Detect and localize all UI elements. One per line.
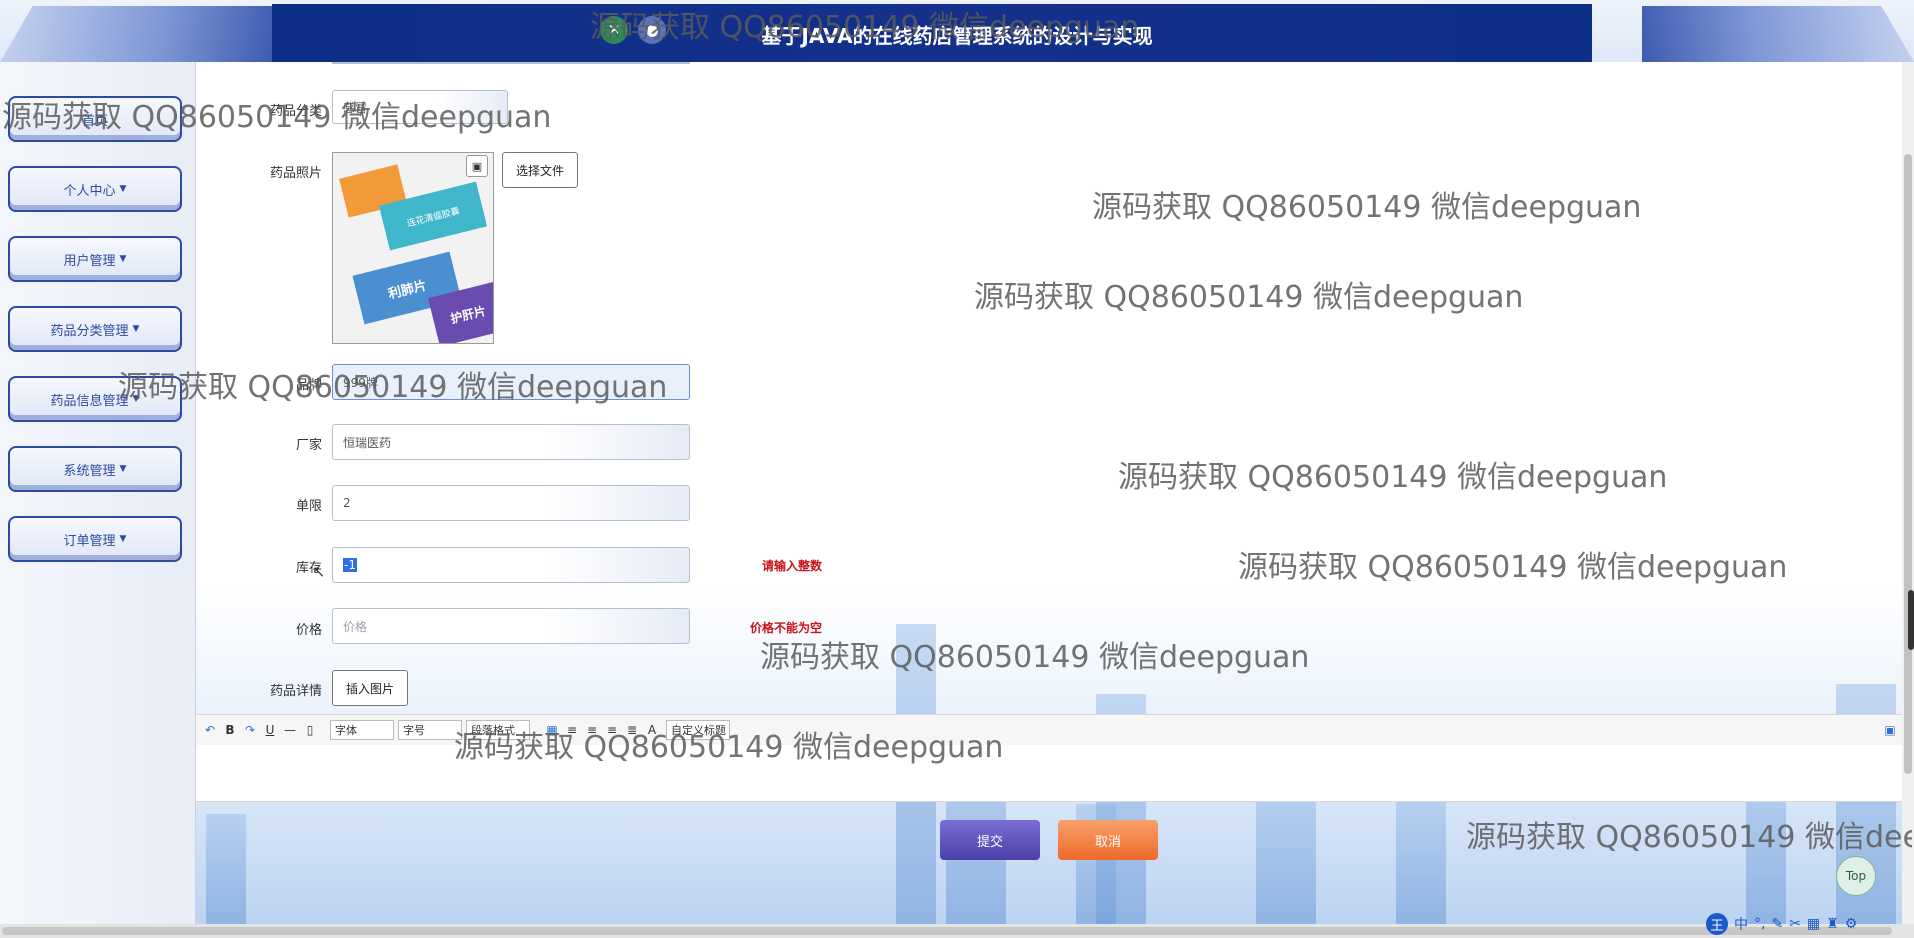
caret-down-icon: ▼ [132,324,140,334]
stock-input[interactable]: -1 [332,547,690,583]
limit-input[interactable]: 2 [332,485,690,521]
manufacturer-input[interactable]: 恒瑞医药 [332,424,690,460]
document-icon[interactable]: ▯ [302,721,318,739]
sidebar-item-personal-center[interactable]: 个人中心 ▼ [8,166,182,212]
undo-icon[interactable]: ↶ [202,721,218,739]
sidebar-item-label: 药品分类管理 [50,323,129,339]
insert-image-button[interactable]: 插入图片 [332,670,408,706]
sidebar-item-label: 用户管理 [63,253,116,269]
font-select[interactable]: 字体 [330,720,394,740]
ime-toolbar: 王 中 °, ✎ ✂ ▦ ♜ ⚙ [1706,912,1914,936]
editor-body[interactable] [196,745,1902,802]
submit-button[interactable]: 提交 [940,820,1040,860]
photo-label: 药品照片 [269,166,322,181]
price-input[interactable]: 价格 [332,608,690,644]
limit-label: 单限 [295,499,322,514]
scroll-marker [1908,590,1914,650]
bold-icon[interactable]: B [222,721,238,739]
watermark: 源码获取 QQ86050149 微信deepguan [590,10,1140,45]
sidebar-item-label: 个人中心 [63,183,116,199]
sidebar-item-label: 订单管理 [63,533,116,549]
vertical-scroll-thumb[interactable] [1904,154,1912,774]
sidebar-item-system-management[interactable]: 系统管理 ▼ [8,446,182,492]
sidebar-item-category-management[interactable]: 药品分类管理 ▼ [8,306,182,352]
horizontal-rule-icon[interactable]: — [282,721,298,739]
manufacturer-value: 恒瑞医药 [343,435,392,450]
price-placeholder: 价格 [343,619,368,634]
sidebar-item-order-management[interactable]: 订单管理 ▼ [8,516,182,562]
watermark: 源码获取 QQ86050149 微信deepguan [974,280,1524,315]
watermark: 源码获取 QQ86050149 微信deepguan [1118,460,1668,495]
settings-icon[interactable]: ⚙ [1845,916,1858,932]
editor-toolbar: ↶ B ↷ U — ▯ 字体 字号 段落格式 ▦ ≡ ≡ ≡ ≣ A 自定义标题… [196,714,1902,746]
font-size-select[interactable]: 字号 [398,720,462,740]
skin-icon[interactable]: ♜ [1826,916,1839,932]
cancel-button[interactable]: 取消 [1058,820,1158,860]
watermark: 源码获取 QQ86050149 微信deepguan [118,370,668,405]
limit-value: 2 [343,496,351,510]
ime-logo[interactable]: 王 [1706,913,1728,935]
watermark: 源码获取 QQ86050149 微信deepguan [1092,190,1642,225]
sidebar: 首页 个人中心 ▼ 用户管理 ▼ 药品分类管理 ▼ 药品信息管理 ▼ 系统管理 … [0,62,196,924]
back-to-top-button[interactable]: Top [1836,856,1876,896]
watermark: 源码获取 QQ86050149 微信deepguan [1466,820,1912,855]
price-label: 价格 [295,623,322,638]
caret-down-icon: ▼ [119,464,127,474]
sidebar-item-label: 药品信息管理 [50,393,129,409]
sidebar-item-label: 系统管理 [63,463,116,479]
caret-down-icon: ▼ [119,184,127,194]
copy-icon[interactable]: ▣ [466,155,488,177]
horizontal-scroll-thumb[interactable] [2,927,1892,935]
watermark: 源码获取 QQ86050149 微信deepguan [760,640,1310,675]
manufacturer-label: 厂家 [295,438,322,453]
ime-mode[interactable]: 中 [1734,914,1748,934]
horizontal-scrollbar[interactable] [0,924,1914,938]
punctuation-icon[interactable]: °, [1754,916,1765,932]
watermark: 源码获取 QQ86050149 微信deepguan [454,730,1004,765]
scissors-icon[interactable]: ✂ [1789,916,1801,932]
pen-icon[interactable]: ✎ [1771,916,1783,932]
choose-file-button[interactable]: 选择文件 [502,152,578,188]
keyboard-icon[interactable]: ▦ [1807,916,1820,932]
caret-down-icon: ▼ [119,534,127,544]
sidebar-item-user-management[interactable]: 用户管理 ▼ [8,236,182,282]
watermark: 源码获取 QQ86050149 微信deepguan [2,100,552,135]
underline-icon[interactable]: U [262,721,278,739]
stock-error: 请输入整数 [762,559,823,573]
vertical-scrollbar[interactable] [1902,62,1914,924]
caret-down-icon: ▼ [119,254,127,264]
watermark: 源码获取 QQ86050149 微信deepguan [1238,550,1788,585]
detail-label: 药品详情 [269,684,322,699]
drug-photo: 连花清瘟胶囊 利肺片 护肝片 [332,152,494,344]
fullscreen-icon[interactable]: ▣ [1882,721,1898,739]
stock-value: -1 [343,558,357,572]
cursor-icon: ↖ [312,562,326,581]
redo-icon[interactable]: ↷ [242,721,258,739]
stock-label: 库存 [295,561,322,576]
